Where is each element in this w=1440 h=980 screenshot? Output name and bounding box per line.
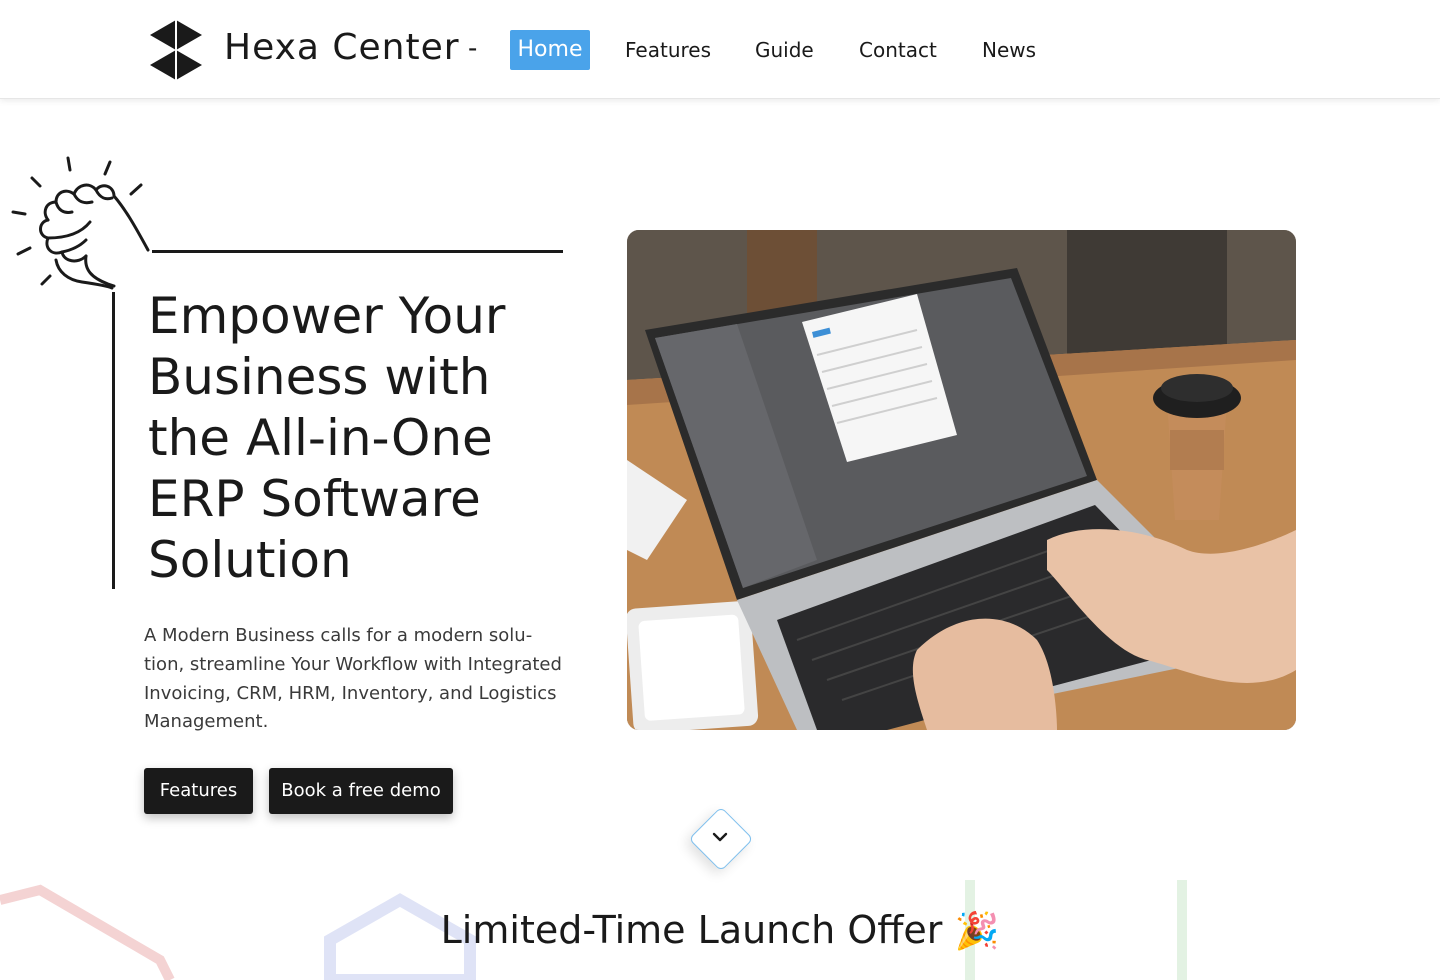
brand-separator: -	[468, 32, 478, 63]
hexa-logo-icon[interactable]	[146, 18, 206, 82]
hero-laptop-image	[627, 230, 1296, 730]
headline-side-rule	[112, 292, 115, 589]
features-button[interactable]: Features	[144, 768, 253, 814]
site-header: Hexa Center - Home Features Guide Contac…	[0, 0, 1440, 99]
brand-name[interactable]: Hexa Center	[224, 26, 460, 70]
nav-contact[interactable]: Contact	[859, 30, 937, 70]
hero-headline: Empower Your Business with the All-in-On…	[148, 287, 506, 589]
nav-guide[interactable]: Guide	[755, 30, 814, 70]
book-demo-button[interactable]: Book a free demo	[269, 768, 453, 814]
laptop-photo-illustration	[627, 230, 1296, 730]
offer-title: Limited-Time Launch Offer 🎉	[0, 904, 1440, 958]
hero-subtext: A Modern Business calls for a modern sol…	[144, 625, 562, 733]
nav-features[interactable]: Features	[625, 30, 711, 70]
nav-news[interactable]: News	[982, 30, 1036, 70]
nav-home[interactable]: Home	[510, 30, 590, 70]
chevron-down-icon[interactable]	[709, 826, 731, 848]
headline-top-rule	[152, 250, 563, 253]
raised-fist-icon	[11, 156, 150, 290]
party-popper-icon: 🎉	[954, 911, 1000, 952]
offer-title-text: Limited-Time Launch Offer	[440, 908, 943, 952]
